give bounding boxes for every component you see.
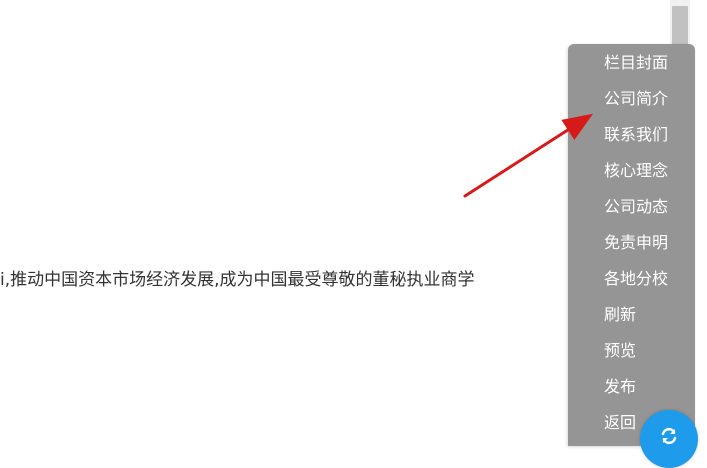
menu-item-publish[interactable]: 发布 xyxy=(604,377,636,397)
side-menu: 栏目封面 公司简介 联系我们 核心理念 公司动态 免责申明 各地分校 刷新 预览… xyxy=(568,44,695,446)
menu-item-company-profile[interactable]: 公司简介 xyxy=(604,89,668,109)
menu-item-core-philosophy[interactable]: 核心理念 xyxy=(604,161,668,181)
menu-item-refresh[interactable]: 刷新 xyxy=(604,305,636,325)
scrollbar-thumb[interactable] xyxy=(672,6,688,46)
menu-item-disclaimer[interactable]: 免责申明 xyxy=(604,233,668,253)
menu-item-back[interactable]: 返回 xyxy=(604,413,636,433)
refresh-button[interactable] xyxy=(640,410,698,468)
menu-item-branches[interactable]: 各地分校 xyxy=(604,269,668,289)
refresh-icon xyxy=(661,427,677,445)
menu-item-company-news[interactable]: 公司动态 xyxy=(604,197,668,217)
body-text: i,推动中国资本市场经济发展,成为中国最受尊敬的董秘执业商学 xyxy=(0,270,475,290)
menu-item-contact-us[interactable]: 联系我们 xyxy=(604,125,668,145)
menu-item-preview[interactable]: 预览 xyxy=(604,341,636,361)
menu-item-column-cover[interactable]: 栏目封面 xyxy=(604,53,668,73)
